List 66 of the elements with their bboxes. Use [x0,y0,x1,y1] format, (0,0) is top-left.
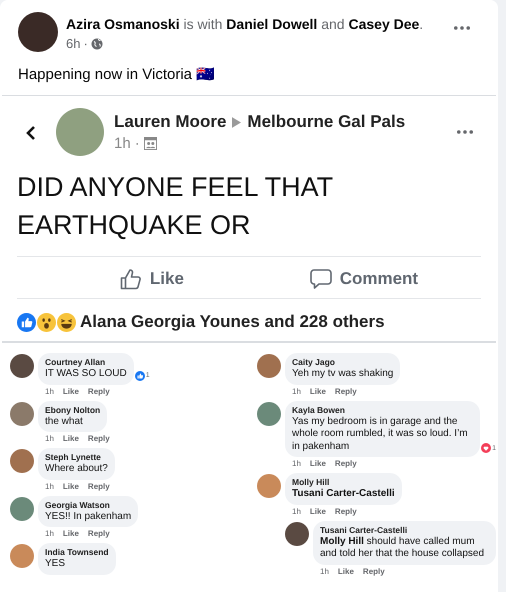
commenter-name[interactable]: Courtney Allan [45,357,127,367]
avatar[interactable] [10,354,34,378]
comment-time: 1h [292,506,301,516]
speech-bubble-icon [310,268,332,290]
comment-action-link[interactable]: Reply [334,459,357,468]
comment-action-link[interactable]: Reply [88,482,110,490]
comment-text: YES [45,558,66,570]
comment-action-link[interactable]: Like [62,386,79,396]
comment-text: Tusani Carter-Castelli [292,488,395,500]
comment-text: the what [45,416,84,428]
comment-time: 1h [292,459,301,468]
comment-text: Yas my bedroom is in garage and the whole room rumbled, it was so loud. I’m in pakenham [292,416,469,453]
comment-time: 1h [45,386,54,396]
commenter-name[interactable]: Kayla Bowen [292,404,474,414]
author-name: Lauren Moore [114,112,226,132]
globe-icon [90,38,103,50]
comment-action-link[interactable]: Like [310,386,326,396]
comment-action-link[interactable]: Reply [334,506,357,516]
commenter-name[interactable]: Georgia Watson [45,500,132,510]
back-chevron-icon [26,125,36,141]
avatar [56,108,104,156]
commenter-name[interactable]: Steph Lynette [45,452,108,462]
comment-time: 1h [292,386,301,396]
avatar[interactable] [18,12,58,52]
comment-text: Molly Hill should have called mum and told her that the house collapsed [320,536,486,560]
post-time: 1h [114,135,131,152]
comment-action-link[interactable]: Like [338,566,354,576]
more-options-icon[interactable] [454,26,470,30]
comment-time: 1h [45,529,54,538]
comment-action-link[interactable]: Like [62,434,79,443]
separator-dot: · [83,36,88,51]
separator-dot: · [134,135,140,152]
comment-action-link[interactable]: Reply [362,566,385,576]
commenter-name[interactable]: Caity Jago [292,357,394,367]
comment-text: IT WAS SO LOUD [45,368,127,380]
post-header-text: Azira Osmanoski is with Daniel Dowell and Casey Dee. [66,16,424,32]
comment-text: YES!! In pakenham [45,510,132,523]
comment-action-link[interactable]: Like [310,506,326,516]
like-label: Like [150,269,184,289]
comment-action-link[interactable]: Like [62,529,79,538]
comment-action-link[interactable]: Like [62,482,79,490]
commenter-name[interactable]: Molly Hill [292,477,395,487]
comment-action-link[interactable]: Like [310,459,326,468]
group-name: Melbourne Gal Pals [247,112,406,132]
comment-time: 1h [320,566,329,576]
shared-post-text: DID ANYONE FEEL THAT EARTHQUAKE OR [17,171,334,242]
comment-text: Where about? [45,463,108,476]
comment-action-link[interactable]: Reply [334,386,357,396]
comment-label: Comment [340,269,418,289]
more-options-icon [457,130,473,134]
commenter-name[interactable]: India Townsend [45,547,109,557]
commenter-name[interactable]: Ebony Nolton [45,404,100,414]
comment-text: Yeh my tv was shaking [292,368,394,380]
post-text: Happening now in Victoria 🇦🇺 [17,65,216,85]
avatar[interactable] [285,522,309,546]
comment-action-link[interactable]: Reply [88,529,110,538]
comment-action-link[interactable]: Reply [88,434,110,443]
thumbs-up-icon [120,268,142,290]
reaction-summary: Alana Georgia Younes and 228 others [80,312,385,332]
comment-time: 1h [45,482,54,490]
comment-action-link[interactable]: Reply [88,386,110,396]
commenter-name[interactable]: Tusani Carter-Castelli [320,524,489,534]
comment-time: 1h [45,434,54,443]
post-time[interactable]: 6h [66,36,80,51]
group-icon [144,137,157,150]
triangle-arrow-icon [232,116,242,128]
